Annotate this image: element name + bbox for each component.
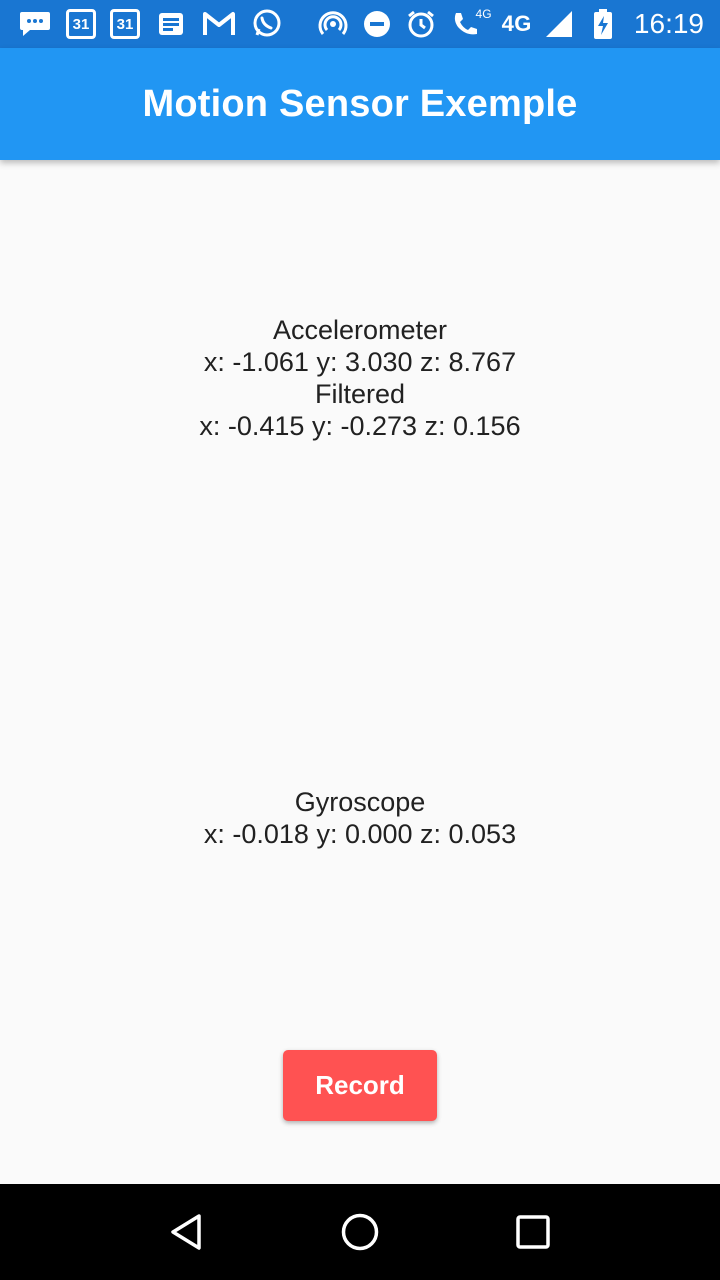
filtered-heading: Filtered — [314, 379, 406, 409]
accelerometer-values: x: -1.061 y: 3.030 z: 8.767 — [203, 347, 517, 377]
navigation-bar — [0, 1184, 720, 1280]
hotspot-icon — [316, 7, 350, 41]
small-network-label: 4G — [475, 7, 492, 21]
whatsapp-icon — [250, 7, 284, 41]
accelerometer-panel: Accelerometer x: -1.061 y: 3.030 z: 8.76… — [0, 314, 720, 442]
recents-icon[interactable] — [503, 1202, 563, 1262]
filtered-values: x: -0.415 y: -0.273 z: 0.156 — [199, 411, 521, 441]
clock: 16:19 — [633, 8, 704, 39]
calendar-icon: 31 — [110, 9, 140, 39]
app-bar: Motion Sensor Exemple — [0, 48, 720, 160]
home-icon[interactable] — [330, 1202, 390, 1262]
status-bar: 31 31 4G 4G 16:19 — [0, 0, 720, 48]
do-not-disturb-icon — [360, 7, 394, 41]
signal-icon — [542, 7, 576, 41]
chat-bubble-icon — [18, 7, 52, 41]
system-icons: 4G 4G 16:19 — [306, 7, 704, 41]
accelerometer-heading: Accelerometer — [272, 315, 448, 345]
message-icon — [154, 7, 188, 41]
gmail-icon — [202, 7, 236, 41]
network-label: 4G — [501, 11, 532, 36]
record-button[interactable]: Record — [283, 1050, 437, 1121]
gyroscope-values: x: -0.018 y: 0.000 z: 0.053 — [203, 819, 517, 849]
back-icon[interactable] — [157, 1202, 217, 1262]
page-title: Motion Sensor Exemple — [142, 82, 578, 125]
notification-icons: 31 31 — [18, 7, 298, 41]
alarm-icon — [404, 7, 438, 41]
gyroscope-panel: Gyroscope x: -0.018 y: 0.000 z: 0.053 — [0, 786, 720, 850]
gyroscope-heading: Gyroscope — [294, 787, 426, 817]
battery-charging-icon — [586, 7, 620, 41]
calendar-icon: 31 — [66, 9, 96, 39]
